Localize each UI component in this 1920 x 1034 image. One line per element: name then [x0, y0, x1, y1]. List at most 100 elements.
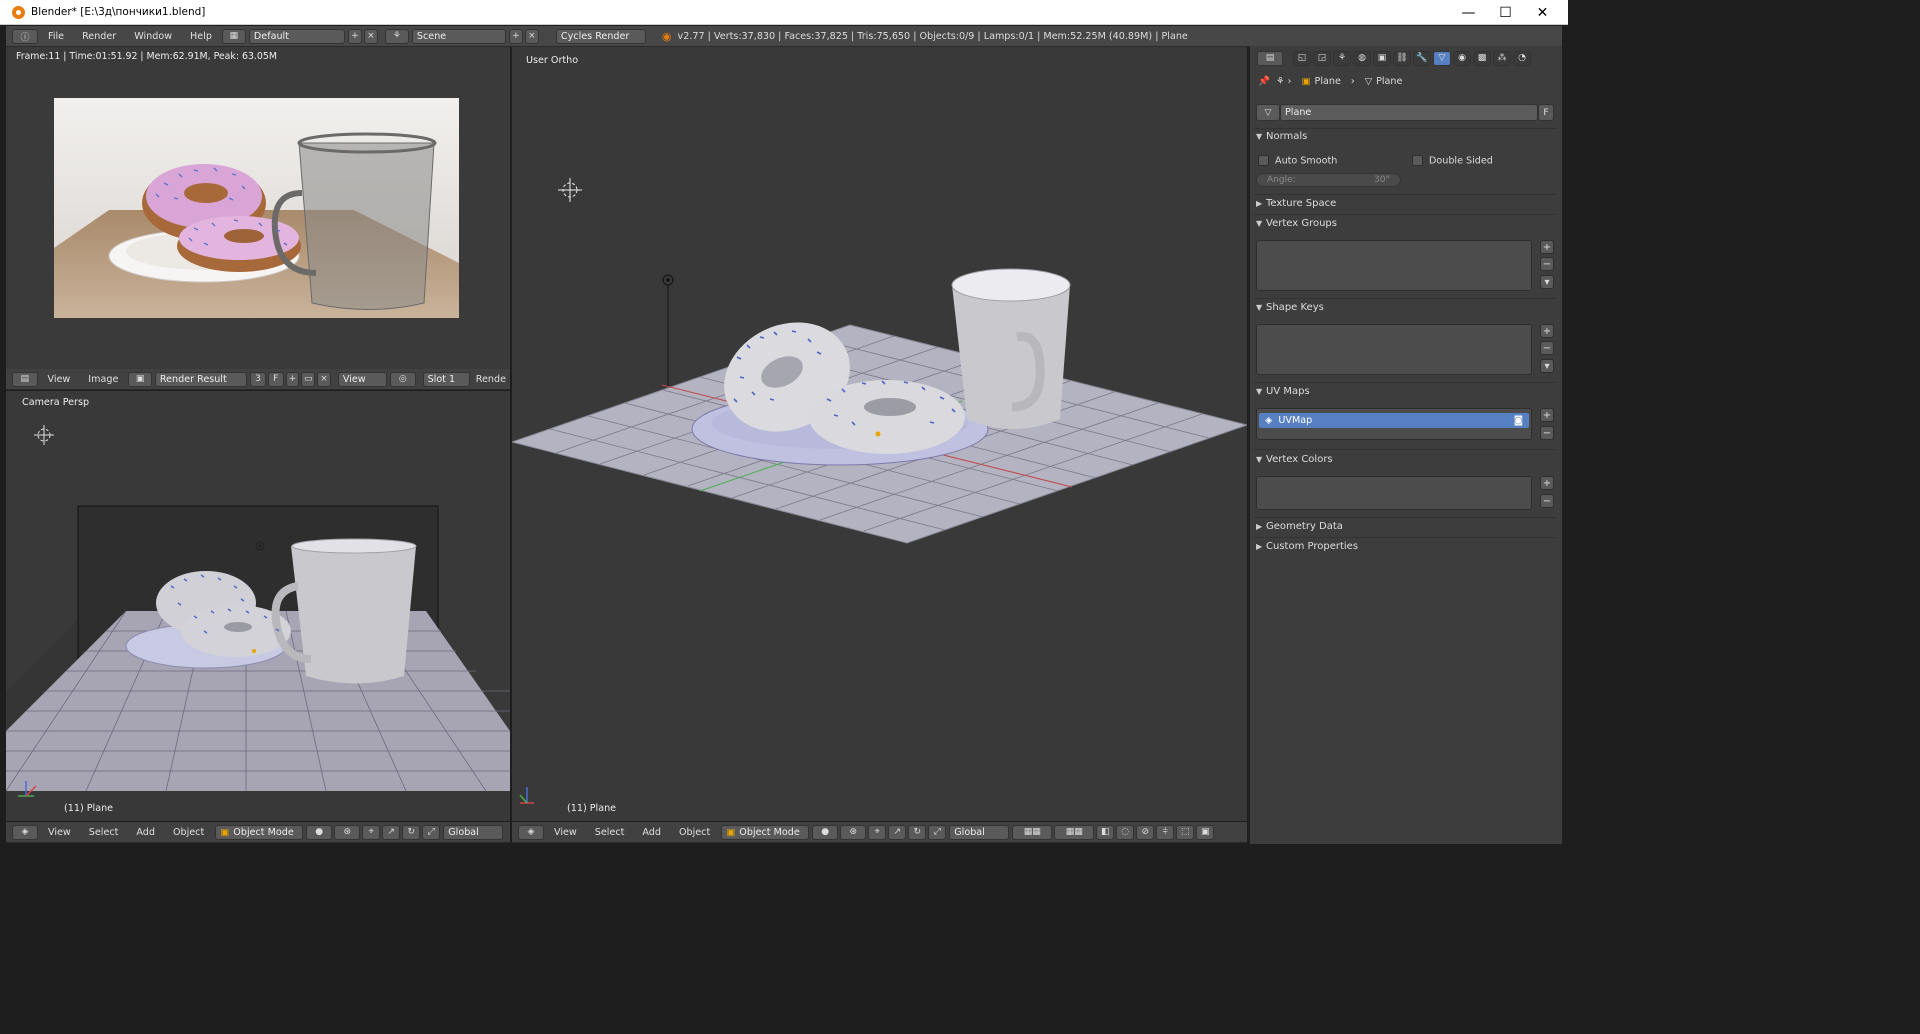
mesh-name-field[interactable]: Plane — [1280, 104, 1538, 121]
new-image-icon[interactable]: + — [285, 371, 300, 387]
remove-shape-key-icon[interactable]: − — [1540, 341, 1554, 355]
manipulator-icon[interactable]: ⌖ — [362, 824, 381, 840]
scale-icon[interactable]: ⤢ — [422, 824, 441, 840]
lock-layers-icon[interactable]: ◧ — [1096, 824, 1115, 840]
cam-menu-add[interactable]: Add — [127, 827, 164, 838]
menu-help[interactable]: Help — [181, 31, 221, 42]
main-manipulator-icon[interactable]: ⌖ — [868, 824, 887, 840]
camera-viewport[interactable]: Camera Persp (11) Plane — [6, 391, 510, 821]
area-divider-vertical[interactable] — [510, 47, 512, 844]
panel-texture-space-header[interactable]: ▶ Texture Space — [1256, 198, 1336, 209]
particles-tab-icon[interactable]: ⁂ — [1493, 50, 1511, 66]
main-menu-object[interactable]: Object — [670, 827, 719, 838]
shape-keys-list[interactable] — [1256, 324, 1532, 375]
main-editor-type-icon[interactable]: ◈ — [518, 824, 544, 840]
modifiers-tab-icon[interactable]: 🔧 — [1413, 50, 1431, 66]
area-divider-vertical[interactable] — [1247, 47, 1249, 844]
translate-icon[interactable]: ↗ — [382, 824, 401, 840]
remove-vertex-color-icon[interactable]: − — [1540, 494, 1554, 508]
mesh-data-tab-icon[interactable]: ▽ — [1433, 50, 1451, 66]
render-tab-icon[interactable]: ◱ — [1293, 50, 1311, 66]
panel-normals-header[interactable]: ▼ Normals — [1256, 131, 1307, 142]
main-translate-icon[interactable]: ↗ — [888, 824, 907, 840]
add-uv-map-icon[interactable]: + — [1540, 408, 1554, 422]
texture-tab-icon[interactable]: ▩ — [1473, 50, 1491, 66]
main-rotate-icon[interactable]: ↻ — [908, 824, 927, 840]
pivot-point-icon[interactable]: ⊛ — [334, 824, 361, 840]
layers-row-1-icon[interactable]: ▦▦ — [1012, 824, 1053, 840]
add-vertex-color-icon[interactable]: + — [1540, 476, 1554, 490]
mesh-fake-user-button[interactable]: F — [1538, 104, 1554, 121]
active-render-camera-icon[interactable]: ◙ — [1514, 415, 1523, 426]
proportional-edit-icon[interactable]: ◌ — [1116, 824, 1135, 840]
vertex-group-specials-icon[interactable]: ▾ — [1540, 275, 1554, 289]
editor-type-info-icon[interactable]: ⓘ — [12, 28, 38, 44]
remove-uv-map-icon[interactable]: − — [1540, 426, 1554, 440]
pin-icon[interactable]: 📌 — [1258, 76, 1270, 87]
remove-layout-icon[interactable]: × — [363, 28, 378, 44]
maximize-button[interactable]: ☐ — [1487, 0, 1524, 25]
add-layout-icon[interactable]: + — [347, 28, 362, 44]
image-name-field[interactable]: Render Result — [154, 371, 248, 387]
main-scale-icon[interactable]: ⤢ — [928, 824, 947, 840]
main-shading-icon[interactable]: ● — [812, 824, 839, 840]
cam-menu-select[interactable]: Select — [80, 827, 128, 838]
render-engine-select[interactable]: Cycles Render — [555, 28, 646, 44]
add-scene-icon[interactable]: + — [508, 28, 523, 44]
image-menu-view[interactable]: View — [39, 374, 80, 385]
unlink-image-icon[interactable]: × — [317, 371, 331, 387]
display-channels-icon[interactable]: ◎ — [390, 371, 416, 387]
render-preview-icon[interactable]: ⬚ — [1176, 824, 1195, 840]
remove-scene-icon[interactable]: × — [524, 28, 539, 44]
main-3d-viewport[interactable]: User Ortho (11) Plane — [512, 47, 1247, 821]
viewport-shading-icon[interactable]: ● — [306, 824, 333, 840]
add-vertex-group-icon[interactable]: + — [1540, 240, 1554, 254]
menu-file[interactable]: File — [39, 31, 73, 42]
cam-orientation-select[interactable]: Global — [443, 824, 504, 840]
render-layer-select[interactable]: Rende — [472, 374, 510, 385]
scene-tab-icon[interactable]: ⚘ — [1333, 50, 1351, 66]
double-sided-checkbox[interactable]: Double Sided — [1412, 155, 1493, 167]
main-menu-view[interactable]: View — [545, 827, 586, 838]
layers-row-2-icon[interactable]: ▦▦ — [1054, 824, 1095, 840]
panel-vertex-colors-header[interactable]: ▼ Vertex Colors — [1256, 454, 1333, 465]
cam-menu-object[interactable]: Object — [164, 827, 213, 838]
material-tab-icon[interactable]: ◉ — [1453, 50, 1471, 66]
main-pivot-icon[interactable]: ⊛ — [840, 824, 867, 840]
uv-map-item[interactable]: ◈ UVMap ◙ — [1259, 413, 1529, 428]
scene-field[interactable]: Scene — [411, 28, 506, 44]
object-tab-icon[interactable]: ▣ — [1373, 50, 1391, 66]
menu-render[interactable]: Render — [73, 31, 125, 42]
browse-mesh-icon[interactable]: ▽ — [1256, 104, 1280, 121]
image-view-select[interactable]: View — [337, 371, 388, 387]
rotate-icon[interactable]: ↻ — [402, 824, 421, 840]
fake-user-button[interactable]: F — [267, 371, 284, 387]
scene-icon[interactable]: ⚘ — [384, 28, 409, 44]
close-button[interactable]: ✕ — [1524, 0, 1561, 25]
layout-field[interactable]: Default — [248, 28, 345, 44]
editor-type-3dview-icon[interactable]: ◈ — [12, 824, 38, 840]
angle-slider[interactable]: Angle: 30° — [1256, 173, 1401, 187]
panel-uv-maps-header[interactable]: ▼ UV Maps — [1256, 386, 1310, 397]
shape-key-specials-icon[interactable]: ▾ — [1540, 359, 1554, 373]
vertex-colors-list[interactable] — [1256, 476, 1532, 510]
panel-vertex-groups-header[interactable]: ▼ Vertex Groups — [1256, 218, 1337, 229]
editor-type-image-icon[interactable]: ▤ — [12, 371, 38, 387]
world-tab-icon[interactable]: ◍ — [1353, 50, 1371, 66]
menu-window[interactable]: Window — [125, 31, 181, 42]
open-image-icon[interactable]: ▭ — [301, 371, 316, 387]
physics-tab-icon[interactable]: ◔ — [1513, 50, 1531, 66]
vertex-groups-list[interactable] — [1256, 240, 1532, 291]
add-shape-key-icon[interactable]: + — [1540, 324, 1554, 338]
remove-vertex-group-icon[interactable]: − — [1540, 257, 1554, 271]
main-orientation-select[interactable]: Global — [949, 824, 1010, 840]
cam-menu-view[interactable]: View — [39, 827, 80, 838]
image-editor[interactable]: Frame:11 | Time:01:51.92 | Mem:62.91M, P… — [6, 47, 510, 369]
snap-icon[interactable]: ⊘ — [1136, 824, 1155, 840]
render-layers-tab-icon[interactable]: ◲ — [1313, 50, 1331, 66]
constraints-tab-icon[interactable]: ⛓ — [1393, 50, 1411, 66]
browse-image-icon[interactable]: ▣ — [128, 371, 152, 387]
slot-select[interactable]: Slot 1 — [422, 371, 470, 387]
minimize-button[interactable]: — — [1450, 0, 1487, 25]
cam-mode-select[interactable]: ▣ Object Mode — [215, 824, 304, 840]
